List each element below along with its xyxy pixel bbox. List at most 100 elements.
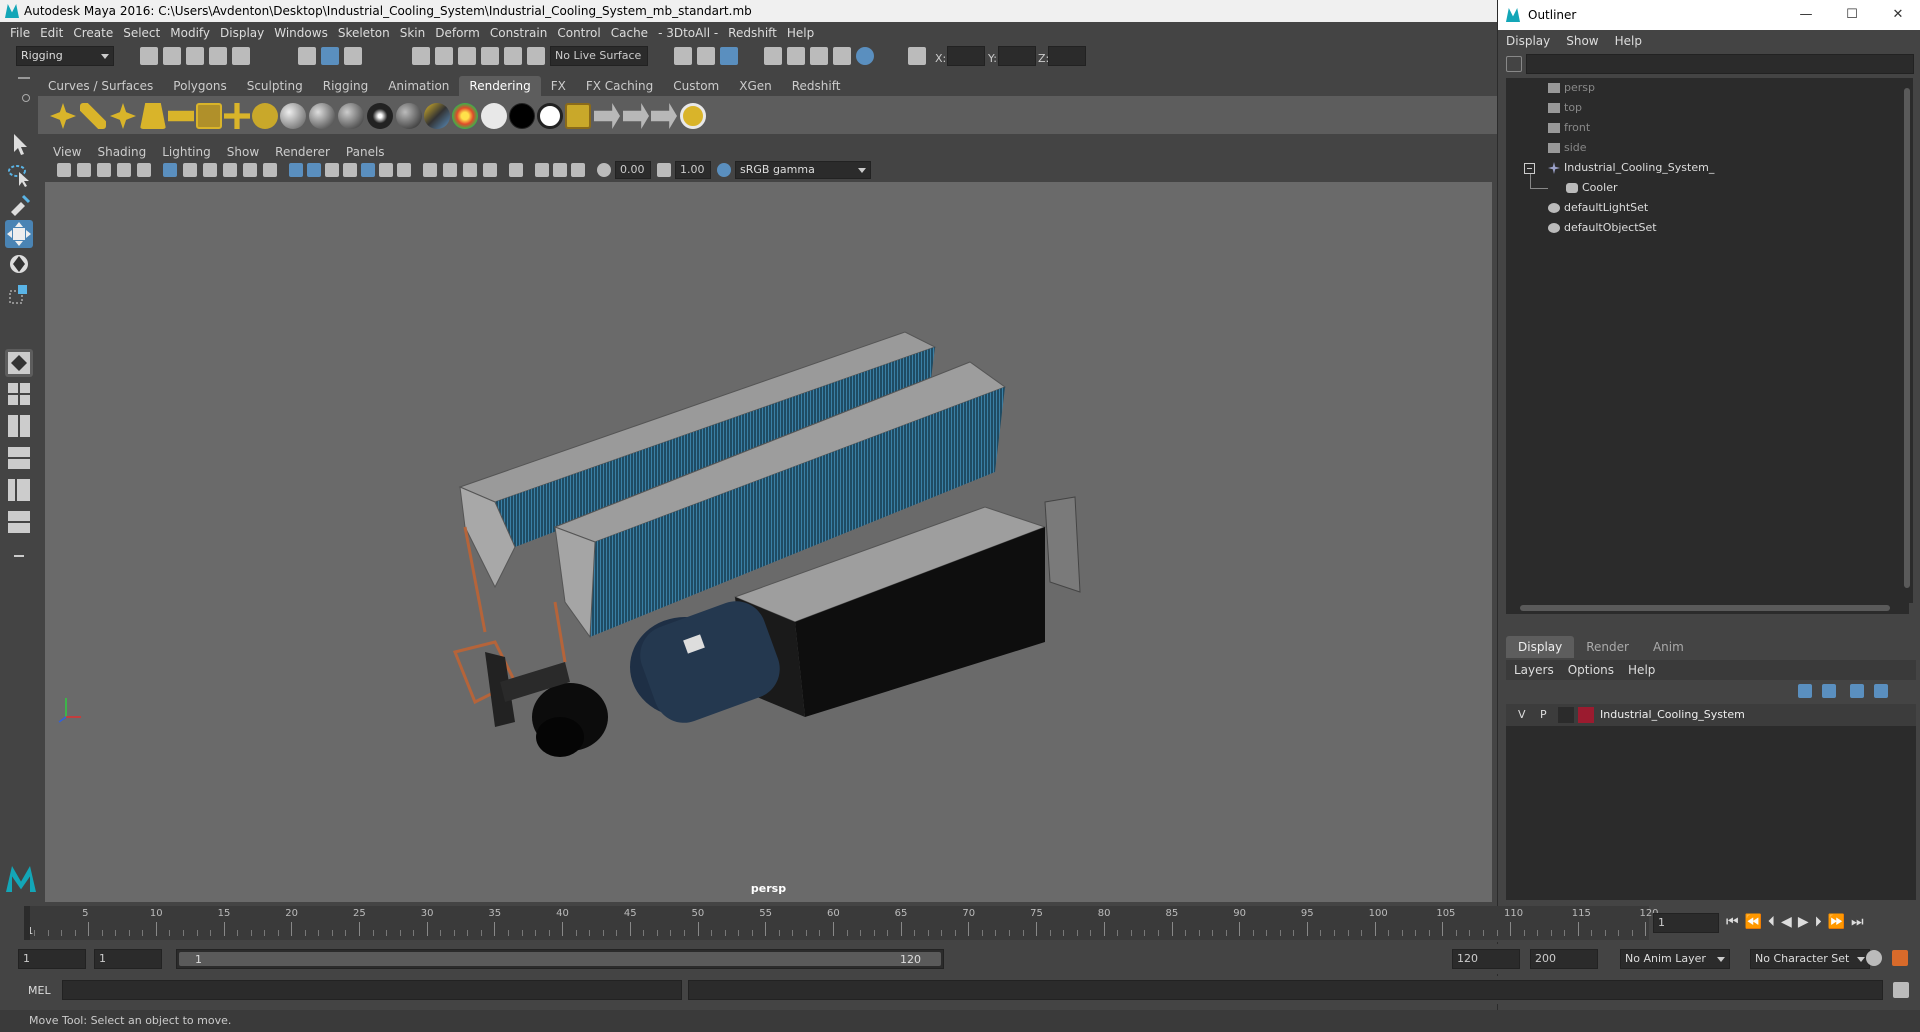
phonge-sphere-icon[interactable] xyxy=(367,103,393,129)
tab-render[interactable]: Render xyxy=(1574,636,1641,658)
snap-grid-icon[interactable] xyxy=(412,47,430,65)
move-layer-up-icon[interactable] xyxy=(1798,684,1812,698)
menuset-dropdown[interactable]: Rigging xyxy=(16,46,114,66)
menu-deform[interactable]: Deform xyxy=(435,26,480,40)
multisample-icon[interactable] xyxy=(463,163,477,177)
viewport-menu-panels[interactable]: Panels xyxy=(346,145,385,159)
outliner-item-industrial-cooling-system[interactable]: Industrial_Cooling_System_ xyxy=(1548,158,1714,178)
shelf-tab-polygons[interactable]: Polygons xyxy=(163,76,236,96)
shadows-icon[interactable] xyxy=(379,163,393,177)
command-input[interactable] xyxy=(62,980,682,1000)
render-frame-icon[interactable] xyxy=(787,47,805,65)
anim-layer-dropdown[interactable]: No Anim Layer xyxy=(1620,949,1730,969)
menu-modify[interactable]: Modify xyxy=(170,26,210,40)
outliner-menu-display[interactable]: Display xyxy=(1506,34,1550,48)
outliner-item-cooler[interactable]: Cooler xyxy=(1566,178,1618,198)
layer-color-swatch[interactable] xyxy=(1578,707,1594,723)
ipr-render-icon[interactable] xyxy=(810,47,828,65)
redo-icon[interactable] xyxy=(232,47,250,65)
layer-row[interactable]: V P Industrial_Cooling_System xyxy=(1506,704,1916,726)
hypershade-shelf-icon[interactable] xyxy=(680,103,706,129)
save-scene-icon[interactable] xyxy=(186,47,204,65)
isolate-select-icon[interactable] xyxy=(509,163,523,177)
outliner-vertical-scrollbar[interactable] xyxy=(1901,78,1913,603)
viewport-menu-view[interactable]: View xyxy=(53,145,81,159)
menu-create[interactable]: Create xyxy=(73,26,113,40)
auto-key-icon[interactable] xyxy=(1866,950,1882,966)
layer-menu-layers[interactable]: Layers xyxy=(1514,663,1554,677)
collapse-toggle-icon[interactable] xyxy=(1524,163,1535,174)
xray-joints-icon[interactable] xyxy=(535,163,549,177)
snap-point-icon[interactable] xyxy=(458,47,476,65)
use-background-icon[interactable] xyxy=(509,103,535,129)
minimize-icon[interactable]: — xyxy=(1783,0,1829,30)
step-back-key-icon[interactable]: ⏪ xyxy=(1745,914,1768,930)
grid-icon[interactable] xyxy=(163,163,177,177)
new-empty-layer-icon[interactable] xyxy=(1850,684,1864,698)
new-layer-selected-icon[interactable] xyxy=(1874,684,1888,698)
menu-cache[interactable]: Cache xyxy=(611,26,648,40)
move-tool-icon[interactable] xyxy=(5,220,33,248)
play-forward-icon[interactable]: ▶ xyxy=(1798,914,1815,930)
outliner-menu-show[interactable]: Show xyxy=(1566,34,1598,48)
shelf-tab-sculpting[interactable]: Sculpting xyxy=(237,76,313,96)
outliner-item-side[interactable]: side xyxy=(1548,138,1587,158)
input-ops-icon[interactable] xyxy=(674,47,692,65)
color-space-dropdown[interactable]: sRGB gamma xyxy=(735,161,871,179)
ambient-occlusion-icon[interactable] xyxy=(423,163,437,177)
tab-display[interactable]: Display xyxy=(1506,636,1575,658)
phong-sphere-icon[interactable] xyxy=(338,103,364,129)
animation-start-field[interactable]: 1 xyxy=(18,949,86,969)
four-pane-layout-icon[interactable] xyxy=(5,380,33,408)
outliner-layout-icon[interactable] xyxy=(5,508,33,536)
command-language-label[interactable]: MEL xyxy=(28,984,51,997)
batch-render-icon[interactable] xyxy=(651,103,677,129)
outliner-item-top[interactable]: top xyxy=(1548,98,1582,118)
ramp-shader-icon[interactable] xyxy=(424,103,450,129)
go-to-start-icon[interactable]: ⏮ xyxy=(1726,914,1745,930)
shelf-tab-rendering[interactable]: Rendering xyxy=(459,76,541,96)
anisotropic-sphere-icon[interactable] xyxy=(396,103,422,129)
layer-type-toggle[interactable] xyxy=(1558,707,1574,723)
shelf-tab-fx-caching[interactable]: FX Caching xyxy=(576,76,663,96)
point-light-icon[interactable] xyxy=(110,103,136,129)
three-pane-layout-icon[interactable] xyxy=(5,476,33,504)
z-field[interactable] xyxy=(1048,46,1086,66)
shelf-tab-animation[interactable]: Animation xyxy=(378,76,459,96)
menu-help[interactable]: Help xyxy=(787,26,814,40)
menu-windows[interactable]: Windows xyxy=(274,26,328,40)
scrollbar-thumb[interactable] xyxy=(1520,605,1890,611)
lasso-tool-icon[interactable] xyxy=(5,160,33,188)
step-forward-frame-icon[interactable]: ⏵ xyxy=(1815,914,1828,930)
render-view-icon[interactable] xyxy=(764,47,782,65)
play-back-icon[interactable]: ◀ xyxy=(1781,914,1798,930)
viewport-menu-renderer[interactable]: Renderer xyxy=(275,145,330,159)
render-current-icon[interactable] xyxy=(594,103,620,129)
viewport-menu-show[interactable]: Show xyxy=(227,145,259,159)
wireframe-on-shaded-icon[interactable] xyxy=(325,163,339,177)
field-chart-icon[interactable] xyxy=(243,163,257,177)
menu-skeleton[interactable]: Skeleton xyxy=(338,26,390,40)
backface-culling-icon[interactable] xyxy=(571,163,585,177)
paint-select-tool-icon[interactable] xyxy=(5,190,33,218)
maximize-icon[interactable]: ☐ xyxy=(1829,0,1875,30)
shelf-tab-curves-surfaces[interactable]: Curves / Surfaces xyxy=(38,76,163,96)
go-to-end-icon[interactable]: ⏭ xyxy=(1851,914,1870,930)
shading-map-icon[interactable] xyxy=(537,103,563,129)
select-tool-icon[interactable] xyxy=(5,130,33,158)
current-frame-field[interactable]: 1 xyxy=(1653,913,1719,933)
motion-blur-icon[interactable] xyxy=(443,163,457,177)
exposure-icon[interactable] xyxy=(597,163,611,177)
outliner-item-front[interactable]: front xyxy=(1548,118,1590,138)
menu-select[interactable]: Select xyxy=(123,26,160,40)
viewport-menu-lighting[interactable]: Lighting xyxy=(162,145,211,159)
viewport-menu-shading[interactable]: Shading xyxy=(97,145,146,159)
toolbox-settings-icon[interactable] xyxy=(22,94,30,102)
toolbox-collapse-icon[interactable] xyxy=(5,542,33,570)
outliner-horizontal-scrollbar[interactable] xyxy=(1506,602,1909,614)
select-camera-icon[interactable] xyxy=(57,163,71,177)
xray-active-icon[interactable] xyxy=(553,163,567,177)
layer-visibility-toggle[interactable]: V xyxy=(1518,708,1526,721)
surface-shader-icon[interactable] xyxy=(481,103,507,129)
color-management-icon[interactable] xyxy=(717,163,731,177)
